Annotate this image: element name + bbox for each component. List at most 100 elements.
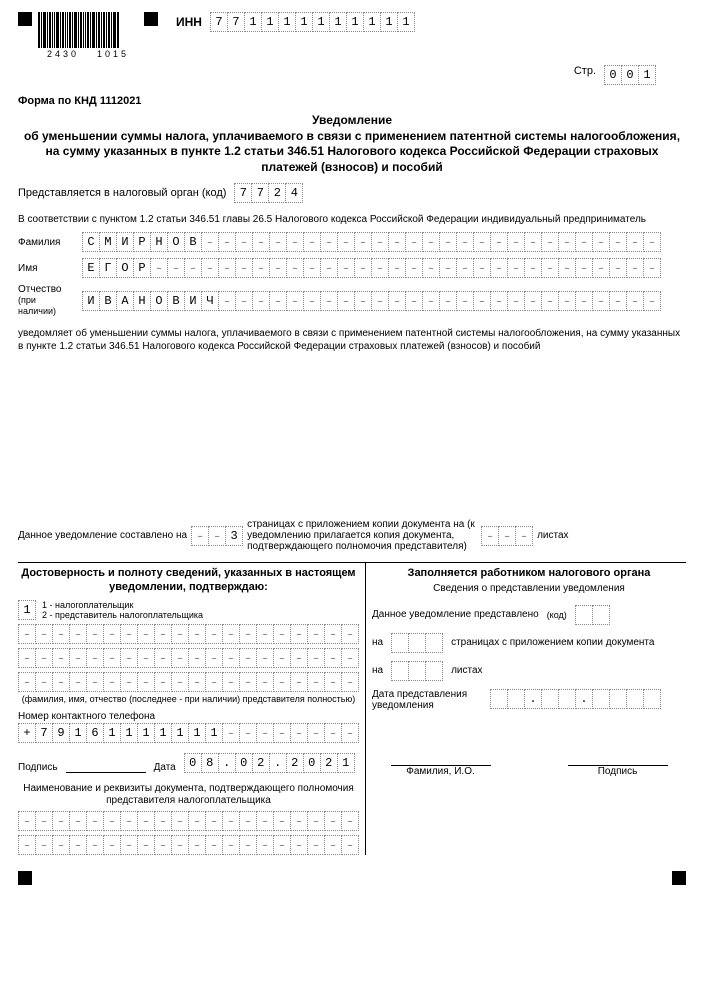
right-date-cells: . . bbox=[490, 689, 661, 709]
doc-cell bbox=[154, 811, 172, 831]
repr-cell bbox=[222, 672, 240, 692]
law-reference: В соответствии с пунктом 1.2 статьи 346.… bbox=[18, 213, 686, 226]
char-cell bbox=[490, 258, 508, 278]
phone-cell bbox=[290, 723, 308, 743]
right-sheets-cell bbox=[408, 661, 426, 681]
repr-cell bbox=[86, 648, 104, 668]
char-cell bbox=[371, 232, 389, 252]
char-cell bbox=[354, 258, 372, 278]
phone-cells: +79161111111 bbox=[18, 723, 359, 743]
tax-org-label: Представляется в налоговый орган (код) bbox=[18, 187, 226, 199]
char-cell bbox=[303, 291, 321, 311]
char-cell bbox=[354, 232, 372, 252]
phone-cell: 1 bbox=[188, 723, 206, 743]
inn-cell: 1 bbox=[329, 12, 347, 32]
page-cells: 0 0 1 bbox=[604, 65, 656, 85]
doc-cell bbox=[256, 835, 274, 855]
kod-cells bbox=[575, 605, 610, 625]
char-cell bbox=[558, 258, 576, 278]
repr-cell bbox=[307, 648, 325, 668]
repr-cell bbox=[324, 624, 342, 644]
right-date-cell bbox=[541, 689, 559, 709]
phone-cell: 1 bbox=[120, 723, 138, 743]
right-date-cell bbox=[490, 689, 508, 709]
char-cell bbox=[643, 232, 661, 252]
doc-cell bbox=[290, 811, 308, 831]
char-cell bbox=[524, 291, 542, 311]
doc-cell bbox=[222, 835, 240, 855]
doc-cell bbox=[69, 811, 87, 831]
repr-cell bbox=[341, 624, 359, 644]
na-label: на bbox=[372, 637, 383, 648]
repr-cell bbox=[341, 672, 359, 692]
date-cell: 0 bbox=[184, 753, 202, 773]
char-cell bbox=[269, 232, 287, 252]
phone-label: Номер контактного телефона bbox=[18, 710, 359, 723]
phone-cell: 7 bbox=[35, 723, 53, 743]
kod-cell bbox=[575, 605, 593, 625]
char-cell bbox=[167, 258, 185, 278]
inn-cells: 7 7 1 1 1 1 1 1 1 1 1 1 bbox=[210, 12, 415, 32]
date-cell: . bbox=[269, 753, 287, 773]
phone-cell bbox=[273, 723, 291, 743]
char-cell bbox=[592, 232, 610, 252]
doc-cell bbox=[307, 835, 325, 855]
char-cell bbox=[303, 258, 321, 278]
inn-cell: 1 bbox=[278, 12, 296, 32]
char-cell bbox=[575, 258, 593, 278]
char-cell bbox=[405, 291, 423, 311]
inn-cell: 1 bbox=[397, 12, 415, 32]
pages-cell: 3 bbox=[225, 526, 243, 546]
char-cell bbox=[575, 232, 593, 252]
phone-cell: 1 bbox=[154, 723, 172, 743]
repr-cell bbox=[103, 648, 121, 668]
char-cell bbox=[524, 232, 542, 252]
char-cell bbox=[456, 291, 474, 311]
notify-text: уведомляет об уменьшении суммы налога, у… bbox=[18, 327, 686, 353]
repr-cell bbox=[171, 624, 189, 644]
pages-left-label: Данное уведомление составлено на bbox=[18, 530, 187, 541]
repr-cell bbox=[239, 672, 257, 692]
date-cell: 0 bbox=[303, 753, 321, 773]
char-cell bbox=[422, 291, 440, 311]
phone-cell: 1 bbox=[171, 723, 189, 743]
repr-cell bbox=[324, 648, 342, 668]
char-cell bbox=[235, 291, 253, 311]
declarant-type-cell: 1 bbox=[18, 600, 36, 620]
signature-label: Подпись bbox=[18, 762, 58, 773]
right-date-cell bbox=[558, 689, 576, 709]
char-cell bbox=[609, 291, 627, 311]
char-cell bbox=[456, 258, 474, 278]
char-cell bbox=[235, 232, 253, 252]
marker-square bbox=[144, 12, 158, 26]
char-cell: О bbox=[167, 232, 185, 252]
doc-cell bbox=[35, 835, 53, 855]
phone-cell: 1 bbox=[205, 723, 223, 743]
inn-cell: 1 bbox=[261, 12, 279, 32]
doc-cell bbox=[188, 811, 206, 831]
date-label: Дата bbox=[154, 762, 176, 773]
doc-cell bbox=[52, 811, 70, 831]
repr-cell bbox=[188, 648, 206, 668]
title-main: Уведомление bbox=[18, 113, 686, 129]
inn-cell: 1 bbox=[244, 12, 262, 32]
phone-cell bbox=[324, 723, 342, 743]
page-cell: 0 bbox=[604, 65, 622, 85]
repr-cell bbox=[154, 624, 172, 644]
char-cell bbox=[541, 291, 559, 311]
char-cell bbox=[456, 232, 474, 252]
name-label: Имя bbox=[18, 263, 74, 274]
phone-cell: 1 bbox=[137, 723, 155, 743]
inn-cell: 1 bbox=[295, 12, 313, 32]
char-cell bbox=[524, 258, 542, 278]
repr-cell bbox=[273, 624, 291, 644]
char-cell: О bbox=[116, 258, 134, 278]
repr-cell bbox=[239, 648, 257, 668]
char-cell bbox=[218, 232, 236, 252]
right-sheets-text: листах bbox=[451, 665, 482, 676]
barcode: 2430 1015 bbox=[38, 12, 138, 59]
repr-cell bbox=[137, 672, 155, 692]
date-cell: 2 bbox=[320, 753, 338, 773]
doc-cell bbox=[171, 811, 189, 831]
repr-cell bbox=[35, 624, 53, 644]
